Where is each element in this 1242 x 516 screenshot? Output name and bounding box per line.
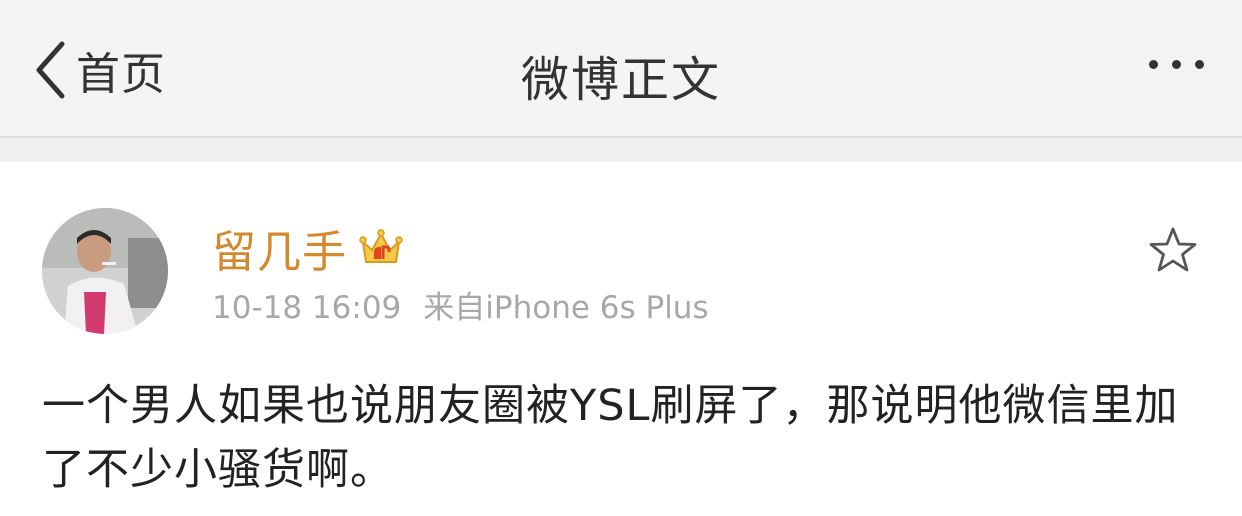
avatar-image [42, 208, 168, 334]
navigation-bar: 首页 微博正文 [0, 0, 1242, 138]
page-title: 微博正文 [520, 52, 721, 108]
post-meta: 10-18 16:09 来自iPhone 6s Plus [212, 282, 709, 327]
more-dots-icon [1172, 60, 1181, 69]
weibo-post: 留几手 10-18 16:09 来自iPhone 6s Plus 一个男人如果也说… [0, 162, 1242, 516]
post-content: 一个男人如果也说朋友圈被YSL刷屏了，那说明他微信里加了不少小骚货啊。 [42, 381, 1179, 495]
username[interactable]: 留几手 [212, 216, 347, 280]
crown-badge-icon [359, 229, 403, 263]
section-divider [0, 138, 1242, 162]
post-timestamp: 10-18 16:09 [212, 290, 402, 326]
star-outline-icon [1149, 227, 1197, 272]
more-dots-icon [1149, 60, 1158, 69]
favorite-button[interactable] [1148, 226, 1198, 278]
post-source: 来自iPhone 6s Plus [423, 290, 709, 326]
more-dots-icon [1195, 60, 1204, 69]
avatar[interactable] [42, 208, 168, 334]
username-row: 留几手 [212, 216, 403, 280]
more-options-button[interactable] [1149, 60, 1204, 69]
